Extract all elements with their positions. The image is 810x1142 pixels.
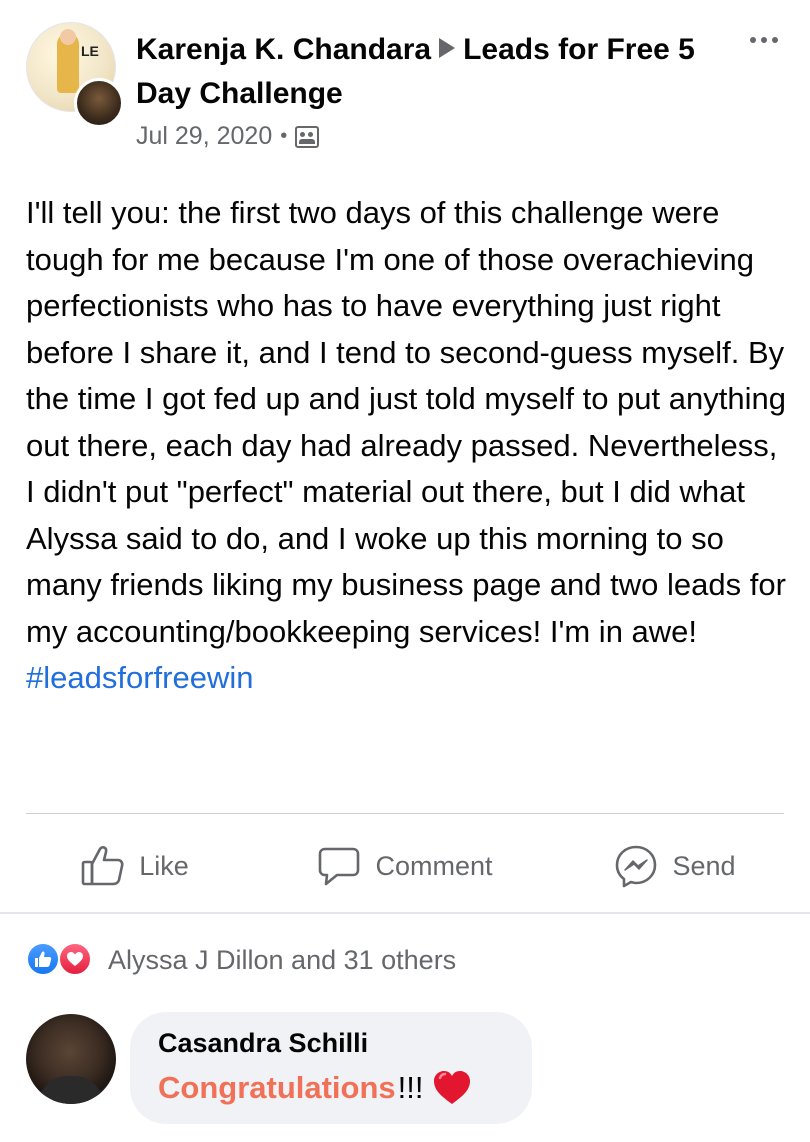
comment-label: Comment	[375, 850, 493, 881]
group-icon	[295, 125, 320, 148]
group-avatar-face	[60, 29, 76, 45]
thumbs-up-icon	[81, 846, 124, 886]
comment: Casandra Schilli Congratulations!!!	[26, 1012, 786, 1132]
comment-text: Congratulations!!!	[158, 1070, 472, 1106]
more-dot-icon	[772, 37, 778, 43]
comment-highlight-text: Congratulations	[158, 1070, 396, 1105]
heart-icon	[433, 1071, 470, 1104]
commenter-name-link[interactable]: Casandra Schilli	[158, 1028, 368, 1059]
divider	[0, 912, 810, 914]
author-name-link[interactable]: Karenja K. Chandara	[136, 33, 431, 66]
more-dot-icon	[761, 37, 767, 43]
arrow-right-icon	[439, 38, 456, 59]
post-date[interactable]: Jul 29, 2020	[136, 122, 272, 151]
divider	[26, 813, 784, 814]
post-body: I'll tell you: the first two days of thi…	[26, 190, 786, 702]
reaction-icons	[26, 942, 100, 978]
author-avatar[interactable]	[74, 78, 124, 128]
like-button[interactable]: Like	[0, 826, 270, 906]
post-meta: Jul 29, 2020 •	[136, 122, 716, 151]
post-header: LE Karenja K. Chandara Leads for Free 5 D…	[26, 22, 786, 162]
more-options-button[interactable]	[742, 28, 786, 52]
comment-icon	[319, 847, 360, 886]
comment-bubble: Casandra Schilli Congratulations!!!	[130, 1012, 532, 1124]
reaction-summary-text[interactable]: Alyssa J Dillon and 31 others	[108, 945, 456, 976]
avatar-stack[interactable]: LE	[26, 22, 124, 128]
post-title: Karenja K. Chandara Leads for Free 5 Day …	[136, 28, 716, 116]
messenger-icon	[616, 845, 657, 888]
avatar-shirt	[38, 1076, 104, 1104]
header-text: Karenja K. Chandara Leads for Free 5 Day …	[136, 28, 716, 151]
send-label: Send	[672, 850, 736, 881]
like-label: Like	[139, 850, 189, 881]
send-button[interactable]: Send	[540, 826, 810, 906]
commenter-avatar[interactable]	[26, 1014, 116, 1104]
group-logo-text: LE	[81, 43, 99, 59]
hashtag-link[interactable]: #leadsforfreewin	[26, 655, 786, 702]
reactions-summary[interactable]: Alyssa J Dillon and 31 others	[26, 940, 456, 980]
post-text: I'll tell you: the first two days of thi…	[26, 195, 786, 649]
meta-separator: •	[280, 125, 288, 147]
love-reaction-icon	[58, 942, 92, 976]
like-reaction-icon	[26, 942, 60, 976]
post-actions: Like Comment Send	[0, 826, 810, 906]
comment-button[interactable]: Comment	[270, 826, 540, 906]
comment-suffix-text: !!!	[397, 1070, 424, 1105]
more-dot-icon	[750, 37, 756, 43]
